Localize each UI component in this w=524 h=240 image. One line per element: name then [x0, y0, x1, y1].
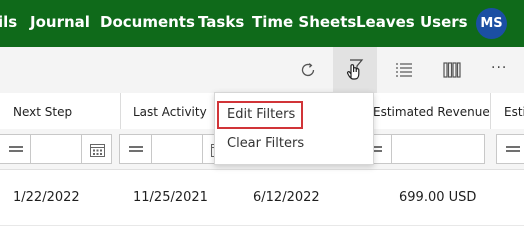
- list-icon: [396, 63, 412, 77]
- column-header-next-step[interactable]: Next Step: [13, 104, 72, 120]
- nav-item-details[interactable]: ils: [0, 12, 17, 32]
- date-cell: 6/12/2022: [253, 190, 320, 205]
- nav-item-time-sheets[interactable]: Time Sheets: [252, 12, 356, 32]
- nav-item-journal[interactable]: Journal: [30, 12, 90, 32]
- top-nav-bar: ils Journal Documents Tasks Time Sheets …: [0, 0, 524, 47]
- estimated-revenue-cell: 699.00 USD: [399, 190, 477, 205]
- filter-button[interactable]: [333, 47, 377, 93]
- more-icon: ···: [491, 60, 508, 76]
- edit-filters-menu-item[interactable]: Edit Filters: [227, 106, 295, 124]
- filter-hand-icon: [346, 59, 364, 80]
- next-step-cell: 1/22/2022: [13, 190, 80, 205]
- grid-toolbar: ···: [0, 47, 524, 94]
- nav-item-documents[interactable]: Documents: [100, 12, 195, 32]
- equals-operator-icon[interactable]: [9, 144, 23, 154]
- next-step-filter[interactable]: [0, 134, 112, 164]
- column-header-estimated-close[interactable]: Esti: [504, 104, 524, 120]
- list-view-button[interactable]: [382, 47, 426, 93]
- column-header-estimated-revenue[interactable]: Estimated Revenue: [373, 104, 490, 120]
- refresh-icon: [301, 63, 315, 77]
- more-options-button[interactable]: ···: [478, 47, 522, 93]
- estimated-close-filter[interactable]: [496, 134, 524, 164]
- calendar-icon[interactable]: [90, 143, 105, 157]
- nav-item-tasks[interactable]: Tasks: [198, 12, 244, 32]
- estimated-revenue-filter[interactable]: [359, 134, 485, 164]
- equals-operator-icon[interactable]: [129, 144, 143, 154]
- columns-button[interactable]: [430, 47, 474, 93]
- nav-item-users[interactable]: Users: [420, 12, 468, 32]
- column-header-last-activity[interactable]: Last Activity: [133, 104, 207, 120]
- columns-icon: [443, 62, 461, 78]
- clear-filters-menu-item[interactable]: Clear Filters: [227, 135, 304, 153]
- user-avatar[interactable]: MS: [476, 8, 507, 39]
- refresh-button[interactable]: [286, 47, 330, 93]
- last-activity-cell: 11/25/2021: [133, 190, 208, 205]
- column-divider: [490, 93, 491, 129]
- equals-operator-icon[interactable]: [506, 144, 520, 154]
- filter-dropdown-menu: Edit Filters Clear Filters: [214, 92, 374, 165]
- column-divider: [120, 93, 121, 129]
- nav-item-leaves[interactable]: Leaves: [356, 12, 415, 32]
- table-row[interactable]: 1/22/2022 11/25/2021 6/12/2022 699.00 US…: [0, 170, 524, 226]
